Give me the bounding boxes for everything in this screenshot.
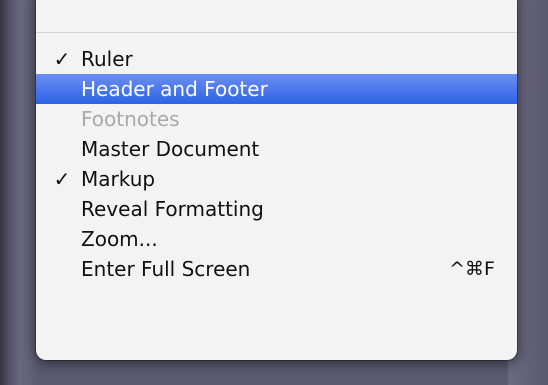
checkmark-icon: ✓ [53, 47, 71, 71]
menu-item-master-document[interactable]: Master Document [36, 134, 517, 164]
menu-item-label: Markup [81, 167, 156, 191]
menu-items: ✓ Ruler Header and Footer Footnotes Mast… [36, 44, 517, 284]
menu-item-label: Reveal Formatting [81, 197, 264, 221]
menu-item-label: Master Document [81, 137, 260, 161]
menu-item-label: Footnotes [81, 107, 180, 131]
menu-item-label: Enter Full Screen [81, 257, 251, 281]
checkmark-icon: ✓ [53, 167, 71, 191]
menu-item-markup[interactable]: ✓ Markup [36, 164, 517, 194]
menu-item-label: Zoom... [81, 227, 158, 251]
menu-item-ruler[interactable]: ✓ Ruler [36, 44, 517, 74]
menu-item-header-and-footer[interactable]: Header and Footer [36, 74, 517, 104]
menu-item-zoom[interactable]: Zoom... [36, 224, 517, 254]
menu-separator [36, 32, 517, 33]
keyboard-shortcut: ^⌘F [449, 258, 495, 280]
menu-item-enter-full-screen[interactable]: Enter Full Screen ^⌘F [36, 254, 517, 284]
menu-item-reveal-formatting[interactable]: Reveal Formatting [36, 194, 517, 224]
view-menu-dropdown: ✓ Ruler Header and Footer Footnotes Mast… [36, 0, 517, 360]
menu-item-label: Ruler [81, 47, 133, 71]
menu-item-label: Header and Footer [81, 77, 268, 101]
menu-item-footnotes: Footnotes [36, 104, 517, 134]
